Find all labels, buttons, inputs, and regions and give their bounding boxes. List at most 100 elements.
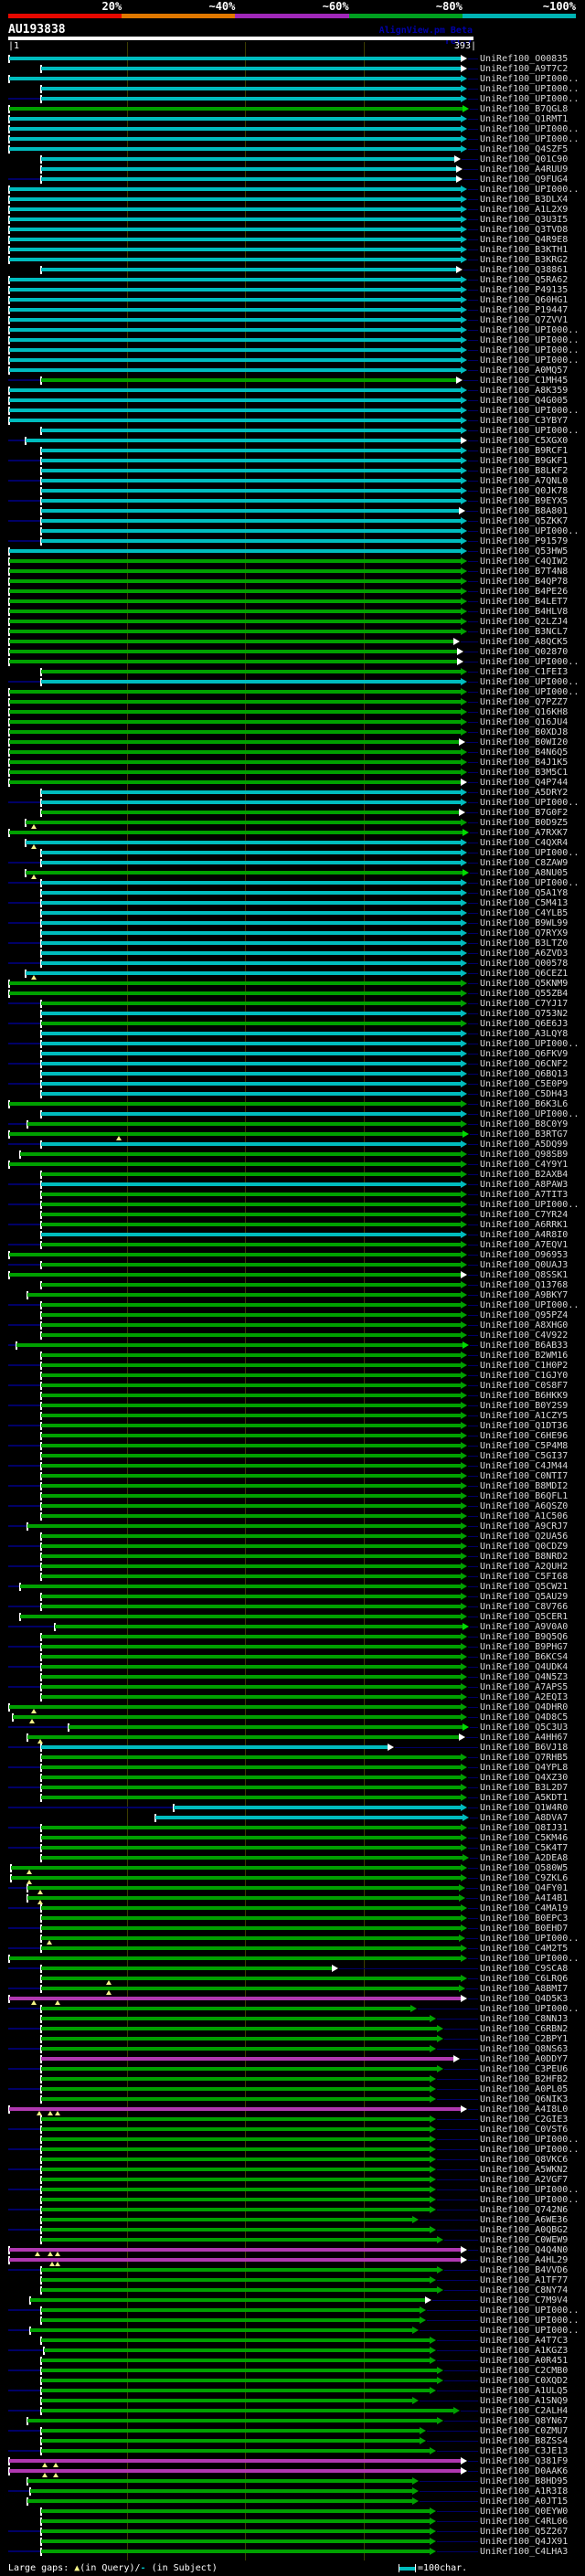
label-connector-line	[420, 2490, 478, 2492]
alignment-bar	[41, 2379, 437, 2382]
hit-label: UniRef100_C2GIE3	[480, 2114, 569, 2125]
navy-lead-line	[8, 2369, 41, 2371]
alignment-arrowhead-icon	[461, 1150, 467, 1158]
hit-row: UniRef100_B9GKF1	[0, 456, 585, 466]
hit-row: UniRef100_B3RTG7	[0, 1129, 585, 1140]
label-connector-line	[468, 1394, 478, 1396]
hit-row: UniRef100_B9PHG7	[0, 1642, 585, 1652]
navy-lead-line	[8, 2229, 41, 2231]
hit-label: UniRef100_C8NY74	[480, 2284, 569, 2295]
hit-label: UniRef100_C1FEI3	[480, 666, 569, 677]
legend-100char-text: =100char.	[418, 2563, 468, 2573]
hit-label: UniRef100_C8V766	[480, 1601, 569, 1612]
alignment-bar	[13, 1715, 461, 1719]
hit-label: UniRef100_Q5RA62	[480, 274, 569, 285]
hit-row: UniRef100_B3L2D7	[0, 1783, 585, 1793]
hit-label: UniRef100_Q4Q4N0	[480, 2244, 569, 2255]
alignment-arrowhead-icon	[430, 2045, 436, 2052]
label-connector-line	[468, 1595, 478, 1597]
alignment-arrowhead-icon	[461, 1472, 467, 1479]
hit-label: UniRef100_A8BMI7	[480, 1983, 569, 1994]
alignment-bar	[9, 2459, 461, 2463]
alignment-bar	[9, 408, 461, 412]
hit-label: UniRef100_Q5CER1	[480, 1611, 569, 1622]
label-connector-line	[437, 2048, 478, 2050]
alignment-bar	[41, 1926, 461, 1930]
hit-row: UniRef100_B3M5C1	[0, 768, 585, 778]
alignment-bar	[41, 2318, 420, 2322]
hit-row: UniRef100_Q4JX91	[0, 2537, 585, 2547]
alignment-bar	[69, 1725, 463, 1729]
label-connector-line	[468, 952, 478, 954]
alignment-arrowhead-icon	[461, 145, 467, 153]
hit-row: UniRef100_Q6FKV9	[0, 1049, 585, 1059]
navy-lead-line	[8, 500, 41, 502]
alignment-bar	[27, 1524, 461, 1528]
navy-lead-line	[8, 1686, 41, 1688]
label-connector-line	[468, 1264, 478, 1266]
alignment-arrowhead-icon	[461, 1392, 467, 1399]
hit-label: UniRef100_B2AXB4	[480, 1169, 569, 1180]
label-connector-line	[468, 1183, 478, 1185]
alignment-bar	[41, 2027, 437, 2030]
navy-lead-line	[8, 1203, 41, 1205]
hit-row: UniRef100_C0XQD2	[0, 2376, 585, 2386]
hit-label: UniRef100_UPI000..	[480, 1953, 580, 1964]
alignment-arrowhead-icon	[430, 2075, 436, 2083]
navy-lead-line	[8, 2410, 41, 2412]
hit-row: UniRef100_Q5CER1	[0, 1612, 585, 1622]
hit-row: UniRef100_B4QP78	[0, 577, 585, 587]
hit-label: UniRef100_C6LRQ6	[480, 1973, 569, 1984]
alignment-arrowhead-icon	[461, 1120, 467, 1128]
alignment-bar	[9, 730, 461, 734]
label-connector-line	[468, 1776, 478, 1778]
hit-label: UniRef100_Q7ZVV1	[480, 314, 569, 325]
alignment-bar	[41, 1022, 461, 1025]
hit-row: UniRef100_Q5Z267	[0, 2527, 585, 2537]
alignment-arrowhead-icon	[461, 728, 467, 736]
hit-label: UniRef100_C4MA19	[480, 1903, 569, 1913]
label-connector-line	[468, 339, 478, 341]
navy-lead-line	[8, 1726, 69, 1728]
alignment-bar	[27, 1886, 459, 1890]
hit-label: UniRef100_UPI000..	[480, 2315, 580, 2326]
alignment-arrowhead-icon	[457, 658, 463, 665]
hit-row: UniRef100_Q7RYX9	[0, 928, 585, 938]
alignment-arrowhead-icon	[461, 336, 467, 344]
alignment-bar	[9, 1273, 461, 1277]
hit-label: UniRef100_C7YJ17	[480, 998, 569, 1009]
navy-lead-line	[8, 2148, 41, 2150]
hit-label: UniRef100_B4LET7	[480, 596, 569, 607]
hit-row: UniRef100_Q0CDZ9	[0, 1542, 585, 1552]
hit-label: UniRef100_B9GKF1	[480, 455, 569, 466]
alignment-arrowhead-icon	[461, 407, 467, 414]
hit-row: UniRef100_C1MH45	[0, 376, 585, 386]
hit-label: UniRef100_UPI000..	[480, 93, 580, 104]
label-connector-line	[468, 1294, 478, 1296]
alignment-bar	[9, 288, 461, 292]
hit-label: UniRef100_B0WI20	[480, 737, 569, 747]
label-connector-line	[466, 1736, 478, 1738]
hit-row: UniRef100_Q6E6J3	[0, 1019, 585, 1029]
hit-row: UniRef100_Q1RMT1	[0, 114, 585, 124]
alignment-arrowhead-icon	[412, 2477, 419, 2485]
label-connector-line	[468, 319, 478, 321]
alignment-arrowhead-icon	[463, 1341, 469, 1349]
label-connector-line	[468, 862, 478, 864]
alignment-arrowhead-icon	[461, 1683, 467, 1691]
alignment-bar	[41, 901, 461, 905]
label-connector-line	[468, 1163, 478, 1165]
label-connector-line	[468, 1274, 478, 1276]
label-connector-line	[468, 228, 478, 230]
alignment-bar	[41, 2529, 430, 2533]
hit-label: UniRef100_A2DEA8	[480, 1852, 569, 1863]
hit-label: UniRef100_A1CZY5	[480, 1410, 569, 1421]
hit-row: UniRef100_UPI000..	[0, 2306, 585, 2316]
alignment-bar	[41, 2278, 430, 2282]
label-connector-line	[468, 1515, 478, 1517]
alignment-bar	[41, 1846, 461, 1850]
hit-row: UniRef100_UPI000..	[0, 1300, 585, 1310]
hit-label: UniRef100_Q16JU4	[480, 716, 569, 727]
hit-row: UniRef100_UPI000..	[0, 94, 585, 104]
label-connector-line	[468, 118, 478, 120]
